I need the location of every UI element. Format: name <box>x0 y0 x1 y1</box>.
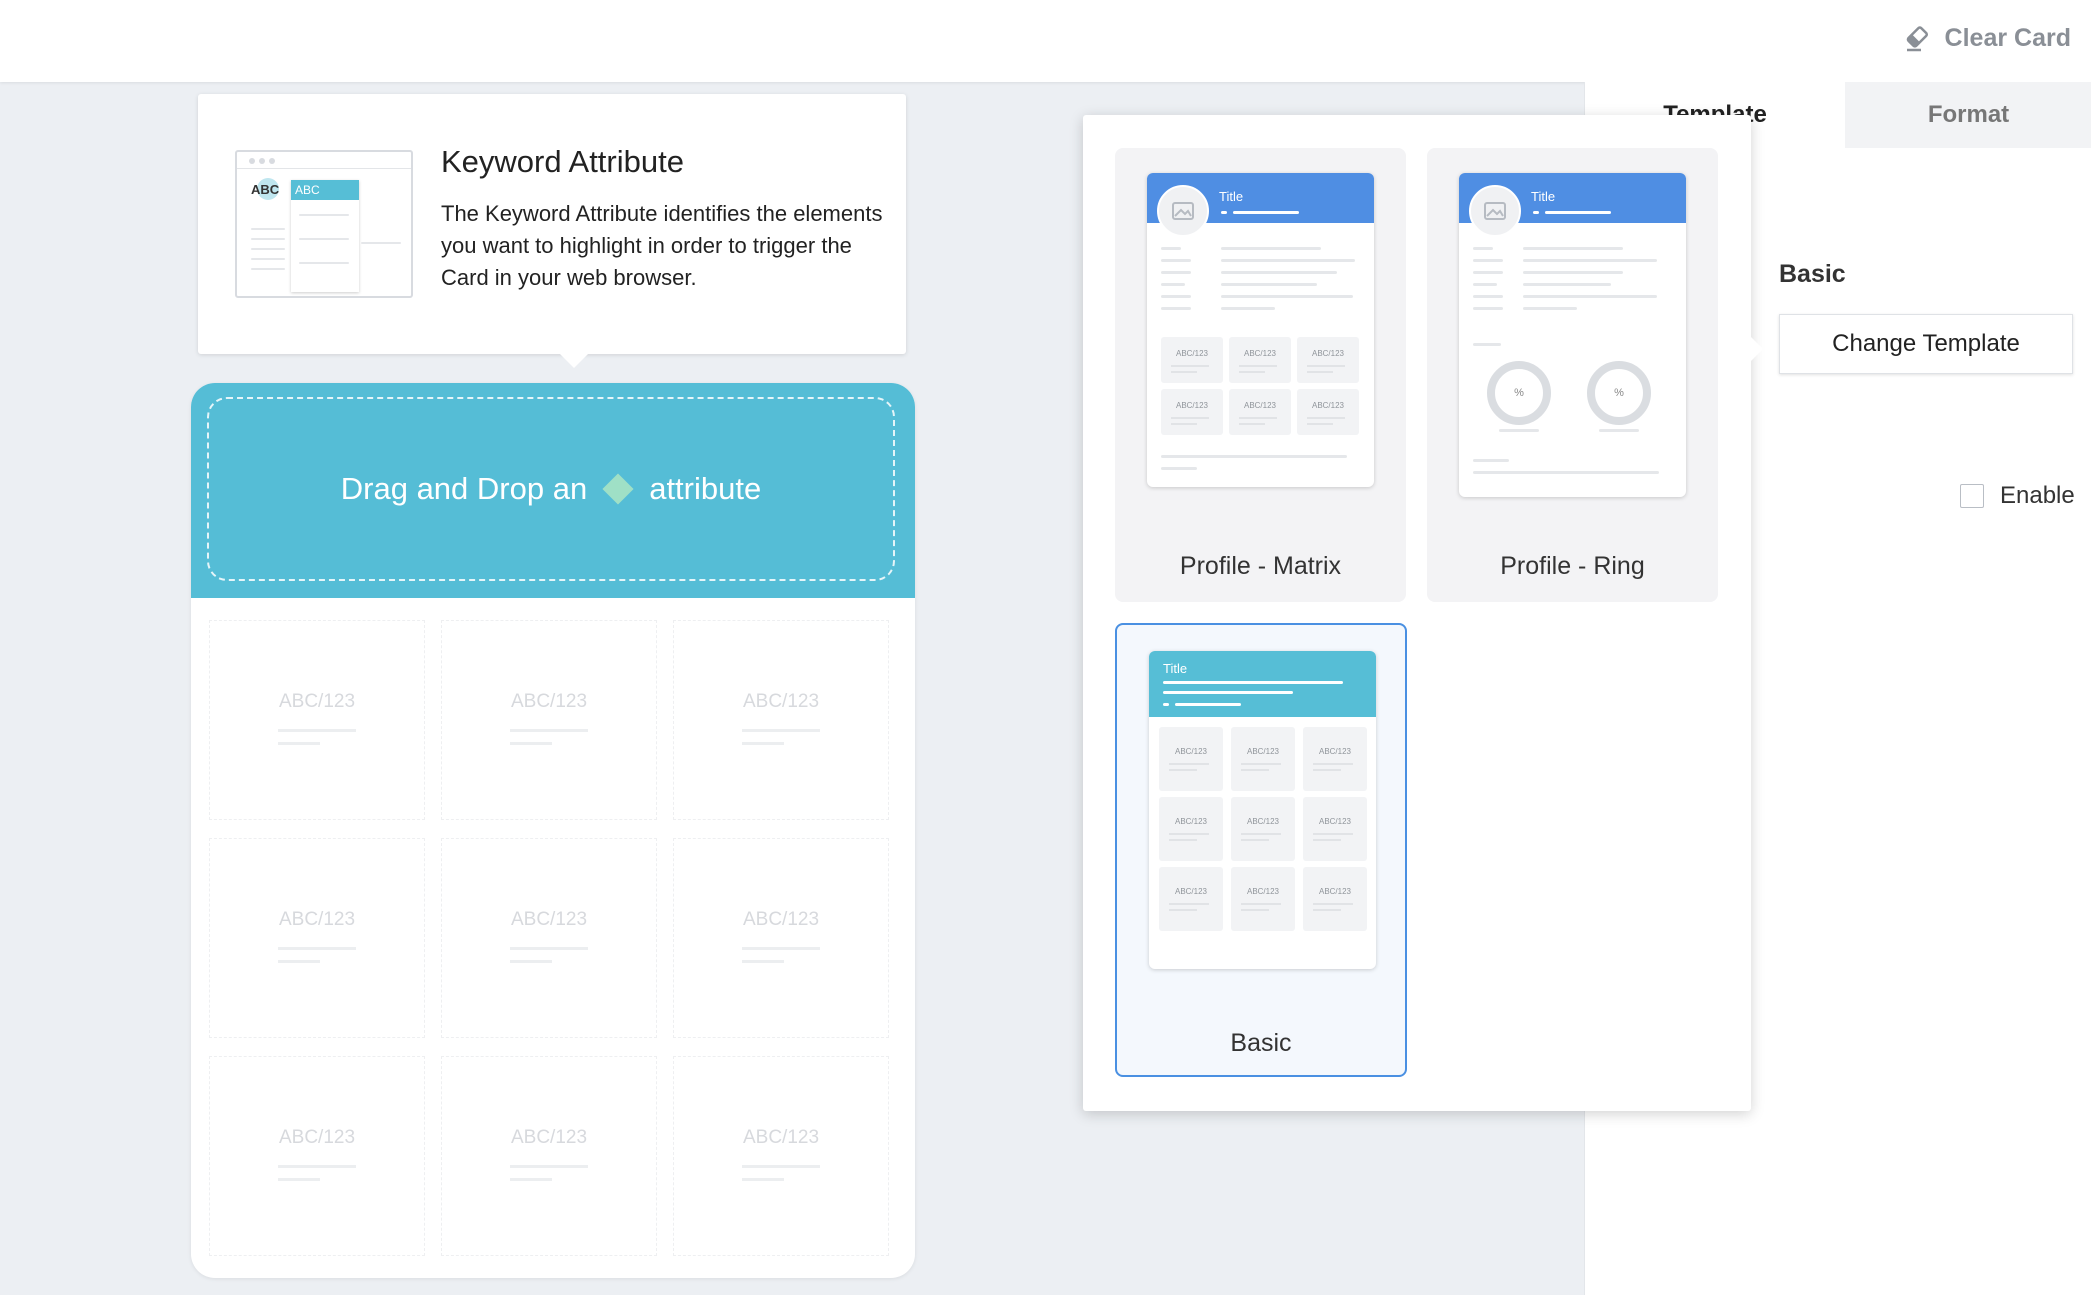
template-name: Basic <box>1230 1029 1292 1057</box>
preview-header: Title <box>1149 651 1376 717</box>
enable-label: Enable <box>2000 482 2075 509</box>
template-option-profile-ring[interactable]: Title % % Profile - Ring <box>1427 148 1718 602</box>
preview-title: Title <box>1163 661 1188 676</box>
attribute-slot[interactable]: ABC/123 <box>209 838 425 1038</box>
eraser-icon <box>1906 26 1928 52</box>
drop-text-after: attribute <box>649 471 762 506</box>
attribute-slot[interactable]: ABC/123 <box>673 838 889 1038</box>
change-template-button[interactable]: Change Template <box>1779 314 2073 374</box>
info-description: The Keyword Attribute identifies the ele… <box>441 201 883 290</box>
attribute-slot[interactable]: ABC/123 <box>209 620 425 820</box>
template-picker-popup: Title ABC/123 ABC/123 ABC/123 ABC/123 AB… <box>1083 115 1763 1111</box>
clear-card-label: Clear Card <box>1944 23 2071 52</box>
template-preview: Title % % <box>1459 173 1686 497</box>
enable-checkbox[interactable] <box>1960 484 1984 508</box>
keyword-illustration: ABC ABC <box>235 150 413 298</box>
template-option-basic[interactable]: Title ABC/123 ABC/123 ABC/123 ABC/123 AB… <box>1115 623 1407 1077</box>
template-preview: Title ABC/123 ABC/123 ABC/123 ABC/123 AB… <box>1149 651 1376 969</box>
preview-title: Title <box>1531 189 1556 204</box>
image-placeholder-icon <box>1469 185 1521 237</box>
clear-card-button[interactable]: Clear Card <box>1901 18 2071 58</box>
card-canvas: Drag and Drop an attribute ABC/123 ABC/1… <box>191 383 915 1278</box>
info-title: Keyword Attribute <box>441 144 684 179</box>
card-header: Drag and Drop an attribute <box>191 383 915 598</box>
template-preview: Title ABC/123 ABC/123 ABC/123 ABC/123 AB… <box>1147 173 1374 487</box>
image-placeholder-icon <box>1157 185 1209 237</box>
attribute-drop-zone[interactable]: Drag and Drop an attribute <box>207 397 895 581</box>
enable-row: Enable <box>1960 482 2075 510</box>
diamond-icon <box>602 473 634 505</box>
attribute-slot[interactable]: ABC/123 <box>441 1056 657 1256</box>
ring-gauge: % <box>1587 361 1651 425</box>
top-bar: Clear Card <box>0 0 2091 82</box>
attribute-slot[interactable]: ABC/123 <box>441 620 657 820</box>
attribute-slot[interactable]: ABC/123 <box>441 838 657 1038</box>
drop-text-before: Drag and Drop an <box>340 471 588 506</box>
template-name: Profile - Matrix <box>1179 552 1342 580</box>
attribute-slot[interactable]: ABC/123 <box>673 620 889 820</box>
tab-format[interactable]: Format <box>1845 82 2091 148</box>
template-name: Profile - Ring <box>1500 552 1645 580</box>
attribute-slot[interactable]: ABC/123 <box>209 1056 425 1256</box>
template-option-profile-matrix[interactable]: Title ABC/123 ABC/123 ABC/123 ABC/123 AB… <box>1115 148 1406 602</box>
keyword-attribute-info: ABC ABC Keyword Attribute The Keyword At… <box>198 94 906 368</box>
ring-gauge: % <box>1487 361 1551 425</box>
preview-title: Title <box>1219 189 1244 204</box>
current-template-name: Basic <box>1779 260 1846 288</box>
attribute-slot[interactable]: ABC/123 <box>673 1056 889 1256</box>
